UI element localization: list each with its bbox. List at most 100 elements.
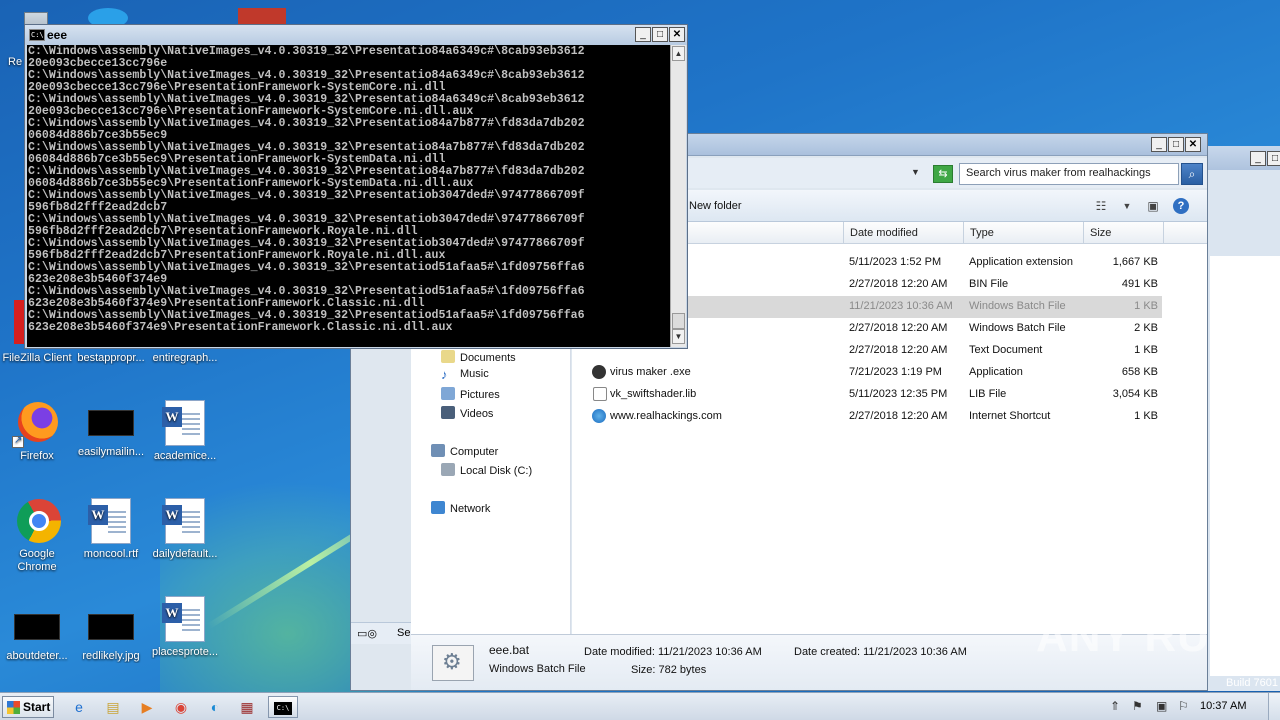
new-folder-button[interactable]: New folder (689, 200, 742, 212)
details-date-created: Date created: 11/21/2023 10:36 AM (794, 646, 967, 658)
nav-music[interactable]: ♪ Music (441, 367, 489, 385)
flag-tray-icon[interactable]: ⚐ (1178, 699, 1189, 713)
console-icon: C:\ (274, 702, 292, 715)
maximize-button[interactable]: □ (652, 27, 668, 42)
file-explorer-icon[interactable]: ▤ (100, 696, 126, 718)
network-tray-icon[interactable]: ▣ (1156, 699, 1167, 713)
desktop-icon-firefox[interactable]: Firefox (0, 400, 74, 463)
console-title: eee (47, 28, 68, 42)
winrar-icon[interactable]: ▦ (234, 696, 260, 718)
column-date-modified[interactable]: Date modified (844, 222, 964, 244)
chevron-down-icon[interactable]: ▼ (1119, 199, 1135, 213)
pictures-icon (441, 387, 455, 400)
column-filler (1164, 222, 1207, 244)
refresh-icon[interactable]: ⇆ (933, 165, 953, 183)
search-icon[interactable]: ⌕ (1181, 163, 1203, 185)
console-taskbar-button[interactable]: C:\ (268, 696, 298, 718)
desktop-icon-filezilla[interactable]: FileZilla Client (0, 352, 74, 365)
console-output[interactable]: C:\Windows\assembly\NativeImages_v4.0.30… (27, 45, 670, 347)
details-filetype: Windows Batch File (489, 663, 586, 675)
test-mode-notice: Test Mode Windows 7 Build 7601 (1215, 646, 1278, 689)
nav-pictures[interactable]: Pictures (441, 387, 500, 405)
tray-expand-icon[interactable]: ⇑ (1110, 699, 1120, 713)
maximize-button[interactable]: □ (1168, 137, 1184, 152)
desktop-icon-academice[interactable]: W academice... (148, 400, 222, 463)
batch-file-icon (432, 645, 474, 681)
desktop-icon-redlikely[interactable]: redlikely.jpg (74, 604, 148, 663)
background-window[interactable]: _ □ (1205, 146, 1280, 691)
nav-local-disk[interactable]: Local Disk (C:) (441, 463, 532, 481)
minimize-button[interactable]: _ (1250, 151, 1266, 166)
console-line: 623e208e3b5460f374e9\PresentationFramewo… (28, 321, 453, 334)
computer-icon (431, 444, 445, 457)
music-icon: ♪ (441, 367, 448, 382)
details-date-modified: Date modified: 11/21/2023 10:36 AM (584, 646, 762, 658)
desktop-icon-dailydefault[interactable]: W dailydefault... (148, 498, 222, 561)
nav-documents[interactable]: Documents (441, 350, 516, 368)
console-titlebar[interactable]: C:\ eee _ □ ✕ (25, 25, 687, 45)
file-row[interactable]: www.realhackings.com 2/27/2018 12:20 AM … (572, 406, 1162, 428)
view-options-icon[interactable]: ☷ (1093, 199, 1109, 213)
desktop-icon-placesprote[interactable]: W placesprote... (148, 596, 222, 659)
help-icon[interactable]: ? (1173, 198, 1189, 214)
network-icon (431, 501, 445, 514)
nav-videos[interactable]: Videos (441, 406, 493, 424)
desktop-icon-chrome[interactable]: Google Chrome (0, 498, 74, 574)
scroll-down-arrow-icon[interactable]: ▼ (672, 329, 685, 344)
column-size[interactable]: Size (1084, 222, 1164, 244)
application-icon (592, 365, 606, 379)
desktop-icon-bestappropr[interactable]: bestappropr... (74, 352, 148, 365)
desktop-icon-moncool[interactable]: W moncool.rtf (74, 498, 148, 561)
documents-icon (441, 350, 455, 363)
word-document-icon: W (162, 596, 205, 642)
nav-network[interactable]: Network (431, 501, 490, 519)
desktop-icon-aboutdeter[interactable]: aboutdeter... (0, 604, 74, 663)
word-document-icon: W (162, 498, 205, 544)
close-button[interactable]: ✕ (1185, 137, 1201, 152)
taskbar-clock[interactable]: 10:37 AM (1200, 700, 1246, 712)
word-document-icon: W (88, 498, 131, 544)
desktop-icon-entiregraph[interactable]: entiregraph... (148, 352, 222, 365)
start-button[interactable]: Start (2, 696, 54, 718)
taskbar: Start e ▤ ▶ ◉ ◐ ▦ C:\ ⇑ ⚑ ▣ ⚐ 10:37 AM (0, 692, 1280, 720)
nav-computer[interactable]: Computer (431, 444, 498, 462)
details-size: Size: 782 bytes (631, 664, 707, 676)
column-type[interactable]: Type (964, 222, 1084, 244)
internet-shortcut-icon (592, 409, 606, 423)
media-player-icon[interactable]: ▶ (134, 696, 160, 718)
console-scrollbar[interactable]: ▲ ▼ (670, 45, 686, 347)
firefox-icon (12, 400, 60, 448)
desktop-icon-easilymailin[interactable]: easilymailin... (74, 400, 148, 459)
console-window[interactable]: C:\ eee _ □ ✕ C:\Windows\assembly\Native… (24, 24, 688, 349)
word-document-icon: W (162, 400, 205, 446)
close-button[interactable]: ✕ (669, 27, 685, 42)
file-thumbnail-icon (88, 410, 134, 436)
internet-explorer-icon[interactable]: e (66, 696, 92, 718)
console-icon: C:\ (29, 29, 45, 41)
videos-icon (441, 406, 455, 419)
action-center-icon[interactable]: ⚑ (1132, 699, 1143, 713)
windows-logo-icon (7, 701, 20, 714)
file-thumbnail-icon (14, 614, 60, 640)
preview-pane-icon[interactable]: ▣ (1145, 199, 1161, 213)
drive-icon (441, 463, 455, 476)
desktop-icon-partial-2[interactable] (238, 8, 286, 24)
left-status-fragment: ▭◎ Se (351, 622, 411, 644)
drive-icon: ▭◎ (357, 628, 377, 640)
chrome-taskbar-icon[interactable]: ◉ (168, 696, 194, 718)
file-row[interactable]: vk_swiftshader.lib 5/11/2023 12:35 PM LI… (572, 384, 1162, 406)
scroll-thumb[interactable] (672, 313, 685, 329)
chevron-down-icon[interactable]: ▼ (911, 167, 920, 177)
minimize-button[interactable]: _ (635, 27, 651, 42)
search-input[interactable]: Search virus maker from realhackings (959, 163, 1179, 185)
edge-icon[interactable]: ◐ (202, 696, 228, 718)
image-thumbnail-icon (88, 614, 134, 640)
file-icon (593, 387, 607, 401)
chrome-icon (14, 498, 61, 544)
minimize-button[interactable]: _ (1151, 137, 1167, 152)
file-row[interactable]: virus maker .exe 7/21/2023 1:19 PM Appli… (572, 362, 1162, 384)
scroll-up-arrow-icon[interactable]: ▲ (672, 46, 685, 61)
details-filename: eee.bat (489, 643, 530, 657)
maximize-button[interactable]: □ (1267, 151, 1280, 166)
show-desktop-button[interactable] (1268, 693, 1280, 720)
